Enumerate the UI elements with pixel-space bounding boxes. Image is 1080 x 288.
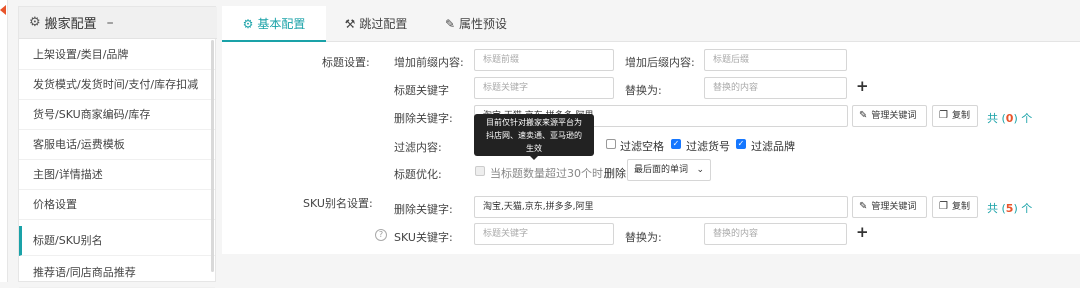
title-keyword-input[interactable]: 标题关键字 (474, 77, 614, 99)
optimize-word-select[interactable]: 最后面的单词 ⌄ (627, 159, 711, 181)
tooltip-arrow (530, 156, 538, 160)
sku-manage-label: 管理关键词 (871, 202, 917, 212)
copy-icon: ❐ (939, 201, 948, 212)
add-sku-rule-button[interactable]: + (856, 223, 869, 241)
sidebar-item-listing[interactable]: 上架设置/类目/品牌 (19, 40, 215, 70)
sku-replace-input[interactable]: 替换的内容 (704, 223, 847, 245)
tab-basic-label: 基本配置 (257, 17, 306, 31)
gear-icon: ⚙ (29, 15, 41, 30)
title-replace-input[interactable]: 替换的内容 (704, 77, 847, 99)
title-suffix-input[interactable]: 标题后缀 (704, 49, 847, 71)
optimize-checkbox[interactable] (475, 166, 485, 176)
sidebar-item-sku-code[interactable]: 货号/SKU商家编码/库存 (19, 100, 215, 130)
filter-brand-checkbox[interactable]: ✓ (736, 139, 746, 149)
pencil-icon: ✎ (859, 201, 868, 212)
edit-icon: ✎ (444, 17, 456, 31)
collapse-icon[interactable]: – (107, 15, 114, 31)
tab-bar: ⚙ 基本配置 ⚒ 跳过配置 ✎ 属性预设 (222, 6, 1080, 42)
chevron-down-icon: ⌄ (696, 165, 704, 175)
sku-keyword-label: SKU关键字: (394, 231, 453, 244)
tab-attributes-label: 属性预设 (459, 17, 508, 31)
filter-sku-label: 过滤货号 (686, 140, 730, 153)
sku-copy-label: 复制 (951, 202, 970, 212)
sidebar-item-images[interactable]: 主图/详情描述 (19, 160, 215, 190)
config-sidebar: ⚙ 搬家配置 – 上架设置/类目/品牌 发货模式/发货时间/支付/库存扣减 货号… (18, 6, 217, 288)
tab-skip-label: 跳过配置 (359, 17, 408, 31)
title-settings-label: 标题设置: (322, 56, 370, 69)
sku-delete-keywords-input[interactable]: 淘宝,天猫,京东,拼多多,阿里 (474, 196, 848, 218)
optimize-label: 标题优化: (394, 168, 442, 181)
sidebar-item-price[interactable]: 价格设置 (19, 190, 215, 220)
title-manage-keywords-button[interactable]: ✎ 管理关键词 (852, 105, 927, 127)
title-keyword-count[interactable]: 共 (0) 个 (987, 110, 1032, 126)
title-replace-label: 替换为: (625, 84, 662, 97)
tooltip-line-3: 生效 (526, 144, 542, 153)
sku-copy-button[interactable]: ❐ 复制 (932, 196, 978, 218)
source-platform-tooltip: 目前仅针对搬家来源平台为 抖店网、速卖通、亚马逊的 生效 (474, 114, 594, 160)
sku-keyword-count[interactable]: 共 (5) 个 (987, 200, 1032, 216)
sku-delete-label: 删除关键字: (394, 203, 453, 216)
sidebar-item-shipping[interactable]: 发货模式/发货时间/支付/库存扣减 (19, 70, 215, 100)
wrench-icon: ⚒ (344, 17, 356, 31)
filter-space-checkbox[interactable] (606, 139, 616, 149)
sidebar-item-title-sku[interactable]: 标题/SKU别名 (19, 226, 215, 256)
gear-icon: ⚙ (242, 17, 254, 31)
sku-replace-label: 替换为: (625, 231, 662, 244)
optimize-delete-label: 删除 (604, 167, 626, 180)
filter-label: 过滤内容: (394, 141, 442, 154)
title-delete-label: 删除关键字: (394, 112, 453, 125)
manage-label: 管理关键词 (871, 111, 917, 121)
sku-count-prefix: 共 ( (987, 202, 1006, 215)
filter-space-label: 过滤空格 (620, 140, 664, 153)
title-prefix-input[interactable]: 标题前缀 (474, 49, 614, 71)
sidebar-title: 搬家配置 (44, 17, 97, 32)
copy-label: 复制 (951, 111, 970, 121)
sku-count-suffix: ) 个 (1013, 202, 1033, 215)
tooltip-line-2: 抖店网、速卖通、亚马逊的 (486, 131, 582, 140)
count-prefix: 共 ( (987, 112, 1006, 125)
tooltip-line-1: 目前仅针对搬家来源平台为 (486, 118, 582, 127)
tab-skip[interactable]: ⚒ 跳过配置 (328, 6, 424, 42)
left-edge-bar (0, 0, 8, 282)
suffix-label: 增加后缀内容: (625, 56, 695, 69)
pencil-icon: ✎ (859, 110, 868, 121)
count-suffix: ) 个 (1013, 112, 1033, 125)
copy-icon: ❐ (939, 110, 948, 121)
add-title-rule-button[interactable]: + (856, 77, 869, 95)
tab-attributes[interactable]: ✎ 属性预设 (428, 6, 524, 42)
sidebar-item-service[interactable]: 客服电话/运费模板 (19, 130, 215, 160)
title-keyword-label: 标题关键字 (394, 84, 449, 97)
sku-manage-keywords-button[interactable]: ✎ 管理关键词 (852, 196, 927, 218)
prefix-label: 增加前缀内容: (394, 56, 464, 69)
collapse-arrow-icon[interactable] (0, 5, 6, 15)
sidebar-header[interactable]: ⚙ 搬家配置 – (19, 7, 217, 39)
filter-sku-checkbox[interactable]: ✓ (671, 139, 681, 149)
optimize-select-value: 最后面的单词 (634, 165, 689, 175)
sidebar-scrollbar[interactable] (211, 40, 214, 272)
sidebar-item-recommend[interactable]: 推荐语/同店商品推荐 (19, 258, 215, 288)
filter-brand-label: 过滤品牌 (751, 140, 795, 153)
sku-settings-label: SKU别名设置: (303, 197, 373, 210)
tab-basic[interactable]: ⚙ 基本配置 (222, 6, 326, 42)
sku-keyword-input[interactable]: 标题关键字 (474, 223, 614, 245)
help-icon[interactable]: ? (375, 229, 387, 241)
optimize-checkbox-label: 当标题数量超过30个时, (490, 167, 607, 180)
title-copy-button[interactable]: ❐ 复制 (932, 105, 978, 127)
